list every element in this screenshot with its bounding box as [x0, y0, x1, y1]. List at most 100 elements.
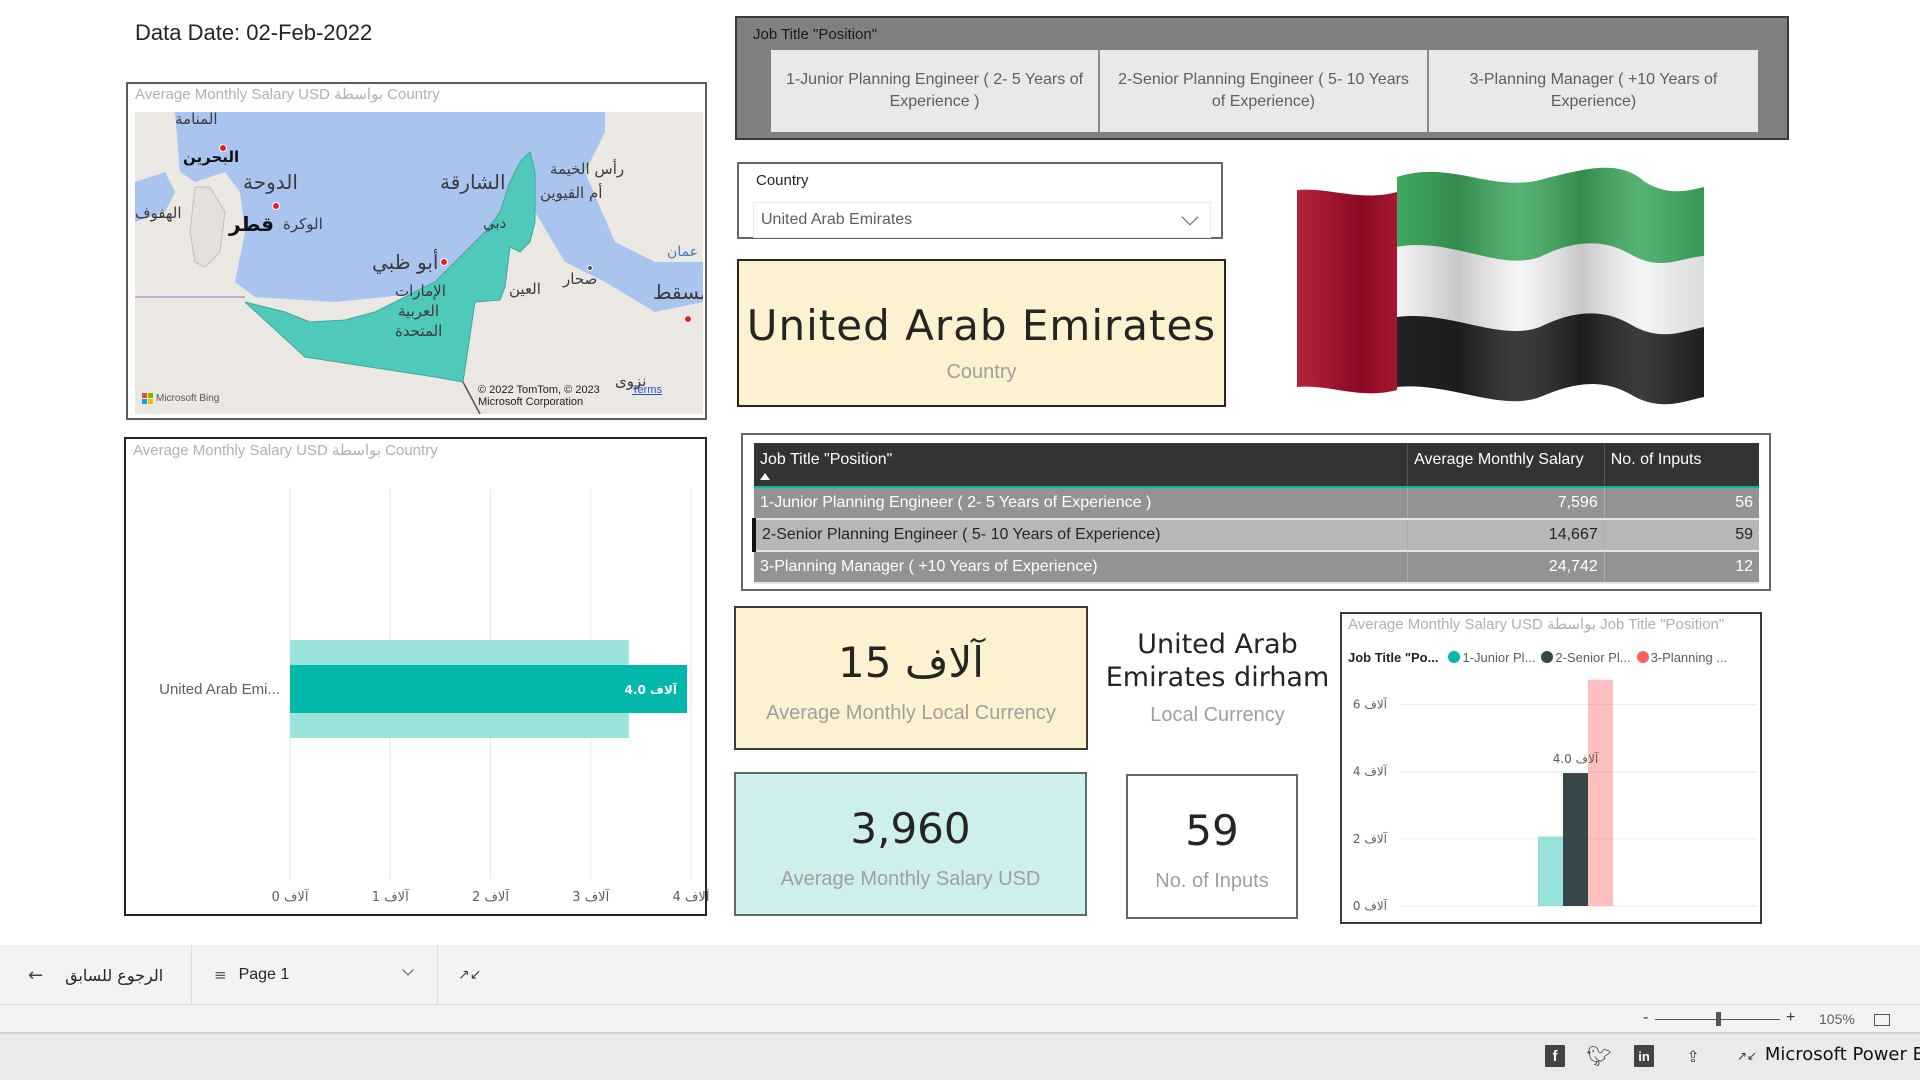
- map-label-doha: الدوحة: [243, 170, 298, 194]
- column-bar[interactable]: [1563, 773, 1588, 906]
- share-icon[interactable]: ⇪: [1683, 1045, 1703, 1067]
- linkedin-icon[interactable]: in: [1634, 1045, 1654, 1067]
- map-title: Average Monthly Salary USD بواسطة Countr…: [135, 86, 440, 103]
- slicer-option-junior[interactable]: 1-Junior Planning Engineer ( 2- 5 Years …: [771, 50, 1100, 132]
- cell-salary: 14,667: [1407, 519, 1605, 552]
- map-label-oman: عمان: [667, 244, 698, 260]
- map-label-sharjah: الشارقة: [440, 170, 506, 194]
- table-row-selected[interactable]: 2-Senior Planning Engineer ( 5- 10 Years…: [752, 519, 1759, 552]
- column-header-inputs[interactable]: No. of Inputs: [1604, 443, 1759, 488]
- report-canvas: Data Date: 02-Feb-2022 Average Monthly S…: [0, 0, 1920, 945]
- divider: [437, 945, 438, 1005]
- column-header-job-title[interactable]: Job Title "Position": [754, 443, 1409, 488]
- kpi-inputs-caption: No. of Inputs: [1155, 870, 1269, 892]
- map-marker[interactable]: [587, 265, 593, 271]
- bing-logo: Microsoft Bing: [142, 393, 219, 404]
- zoom-bar: - + 105%: [0, 1005, 1920, 1034]
- kpi-local-currency-value: 15 آلاف: [838, 638, 984, 687]
- slicer-option-senior[interactable]: 2-Senior Planning Engineer ( 5- 10 Years…: [1100, 50, 1429, 132]
- zoom-out-button[interactable]: -: [1643, 1009, 1648, 1027]
- y-tick-label: 6 آلاف: [1353, 697, 1388, 712]
- column-bar[interactable]: [1538, 836, 1563, 906]
- kpi-inputs-value: 59: [1185, 806, 1239, 855]
- facebook-icon[interactable]: f: [1545, 1045, 1565, 1067]
- table-row[interactable]: 1-Junior Planning Engineer ( 2- 5 Years …: [754, 487, 1759, 520]
- map-marker[interactable]: [440, 258, 448, 266]
- x-tick-label: 3 آلاف: [572, 888, 610, 905]
- table-row[interactable]: 3-Planning Manager ( +10 Years of Experi…: [754, 551, 1759, 584]
- cell-salary: 7,596: [1407, 487, 1605, 520]
- kpi-salary-usd: 3,960 Average Monthly Salary USD: [734, 772, 1087, 916]
- job-title-slicer: Job Title "Position" 1-Junior Planning E…: [735, 16, 1789, 140]
- country-card-caption: Country: [946, 361, 1017, 383]
- cell-inputs: 12: [1604, 551, 1759, 584]
- chevron-down-icon: [1181, 208, 1199, 226]
- terms-link[interactable]: Terms: [632, 384, 662, 396]
- back-button-label: الرجوع للسابق: [65, 965, 164, 985]
- map-label-manama: المنامة: [175, 112, 218, 128]
- brand-bar: f 🐦︎ in ⇪ ↗↙ Microsoft Power BI: [0, 1034, 1920, 1080]
- column-chart-svg: 0 آلاف 2 آلاف 4 آلاف 6 آلاف 4.0 آلاف: [1353, 679, 1757, 913]
- country-dropdown[interactable]: United Arab Emirates: [753, 202, 1211, 238]
- currency-name-value: United Arab Emirates dirham: [1105, 629, 1330, 693]
- map-visual[interactable]: Average Monthly Salary USD بواسطة Countr…: [126, 82, 707, 420]
- expand-icon: ↗↙: [1737, 1049, 1758, 1063]
- salary-by-job-title-chart[interactable]: Average Monthly Salary USD بواسطة Job Ti…: [1340, 612, 1762, 924]
- country-filter-label: Country: [756, 172, 809, 189]
- flag-icon: [1297, 167, 1704, 405]
- map-copyright: © 2022 TomTom, © 2023 Microsoft Corporat…: [478, 384, 600, 408]
- y-tick-label: 0 آلاف: [1353, 898, 1388, 913]
- x-tick-label: 0 آلاف: [272, 888, 310, 905]
- map-label-alain: العين: [509, 280, 541, 298]
- salary-table-visual: Job Title "Position" Average Monthly Sal…: [741, 433, 1771, 591]
- page-selector-label: Page 1: [238, 966, 290, 983]
- powerbi-link[interactable]: ↗↙ Microsoft Power BI: [1737, 1044, 1920, 1065]
- kpi-salary-usd-caption: Average Monthly Salary USD: [780, 868, 1041, 890]
- cell-inputs: 59: [1604, 519, 1759, 552]
- column-header-label: Job Title "Position": [760, 451, 893, 468]
- slicer-title: Job Title "Position": [753, 26, 878, 43]
- list-icon: ≡: [214, 966, 227, 984]
- sort-ascending-icon: [760, 473, 770, 480]
- map-area[interactable]: المنامة البحرين الدوحة الهفوف قطر الوكرة…: [135, 112, 703, 414]
- map-label-uaq: أم القيوين: [540, 184, 603, 202]
- zoom-in-button[interactable]: +: [1786, 1009, 1795, 1027]
- bar-chart-svg: 0 آلاف 1 آلاف 2 آلاف 3 آلاف 4 آلاف 4.0 آلاف Un…: [159, 489, 709, 905]
- country-card-value: United Arab Emirates: [746, 301, 1217, 350]
- map-label-uae-1: الإمارات: [395, 282, 446, 300]
- arrow-left-icon: ←: [28, 964, 44, 986]
- kpi-currency-name: United Arab Emirates dirham Local Curren…: [1100, 628, 1335, 748]
- cell-job-title: 1-Junior Planning Engineer ( 2- 5 Years …: [754, 487, 1409, 520]
- map-marker[interactable]: [684, 315, 692, 323]
- copyright-line-1: © 2022 TomTom, © 2023: [478, 384, 600, 396]
- divider: [191, 945, 192, 1005]
- twitter-icon[interactable]: 🐦︎: [1586, 1044, 1611, 1068]
- column-header-salary[interactable]: Average Monthly Salary: [1407, 443, 1605, 488]
- kpi-no-of-inputs: 59 No. of Inputs: [1126, 774, 1298, 919]
- map-label-uae-2: العربية: [398, 302, 439, 320]
- map-marker[interactable]: [272, 202, 280, 210]
- y-tick-label: 2 آلاف: [1353, 831, 1388, 846]
- column-bar[interactable]: [1588, 679, 1613, 906]
- page-selector[interactable]: ≡ Page 1: [214, 945, 414, 1005]
- copyright-line-2: Microsoft Corporation: [478, 396, 584, 408]
- microsoft-logo-icon: [142, 393, 153, 404]
- kpi-salary-usd-value: 3,960: [850, 804, 971, 853]
- map-label-muscat: مسقط: [653, 280, 703, 304]
- map-label-hofuf: الهفوف: [135, 204, 182, 222]
- collapse-arrows-icon: ↗↙: [458, 967, 482, 983]
- back-button[interactable]: ← الرجوع للسابق: [28, 945, 188, 1005]
- map-label-wakra: الوكرة: [283, 215, 323, 233]
- map-label-uae-3: المتحدة: [395, 322, 443, 340]
- kpi-local-currency-caption: Average Monthly Local Currency: [766, 702, 1056, 724]
- data-label: 4.0 آلاف: [1553, 751, 1599, 766]
- data-label: 4.0 آلاف: [625, 682, 678, 697]
- bing-label: Microsoft Bing: [156, 393, 220, 404]
- salary-by-country-chart[interactable]: Average Monthly Salary USD بواسطة Countr…: [124, 437, 709, 916]
- exit-fullscreen-button[interactable]: ↗↙: [458, 945, 482, 1005]
- currency-name-caption: Local Currency: [1150, 704, 1285, 726]
- fit-to-page-icon[interactable]: [1874, 1014, 1890, 1026]
- slicer-option-manager[interactable]: 3-Planning Manager ( +10 Years of Experi…: [1429, 50, 1758, 132]
- chevron-down-icon: [402, 964, 414, 976]
- zoom-slider-thumb[interactable]: [1716, 1012, 1721, 1026]
